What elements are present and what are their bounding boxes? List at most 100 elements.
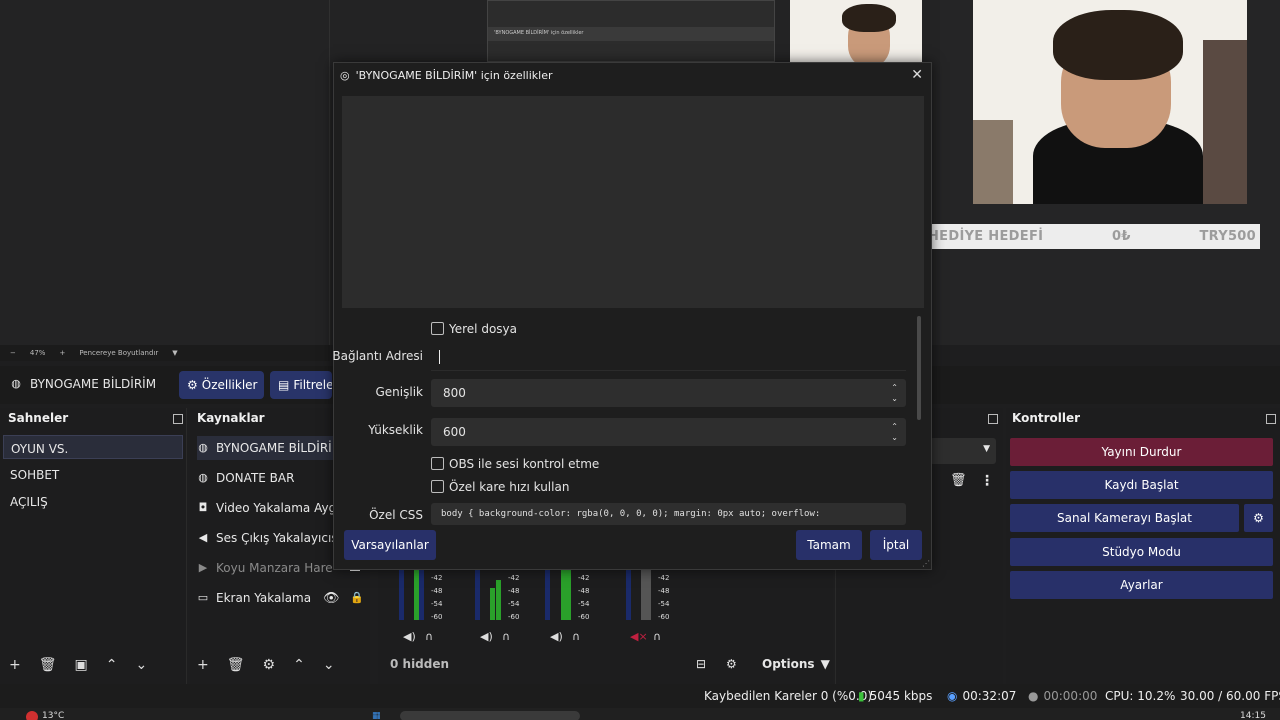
width-value: 800 (443, 386, 466, 400)
options-button[interactable]: Options ▼ (762, 657, 830, 671)
spin-arrows[interactable]: ⌃ ⌄ (891, 421, 898, 443)
scene-filters-icon[interactable]: ▣ (75, 657, 88, 673)
settings-button[interactable]: Ayarlar (1010, 571, 1273, 599)
custom-fps-checkbox[interactable] (431, 480, 444, 493)
muted-speaker-icon[interactable]: ◀× (630, 630, 648, 643)
width-spinbox[interactable]: 800 ⌃ ⌄ (431, 379, 906, 407)
move-up-icon[interactable]: ⌃ (293, 657, 305, 673)
start-recording-button[interactable]: Kaydı Başlat (1010, 471, 1273, 499)
db-label: -60 (578, 613, 590, 621)
obs-logo-icon: ◎ (340, 68, 350, 82)
move-down-icon[interactable]: ⌄ (323, 657, 335, 673)
chevron-up-icon[interactable]: ⌃ (891, 382, 898, 393)
speaker-icon[interactable]: ◀) (480, 630, 493, 643)
source-item[interactable]: ▭ Ekran Yakalama (197, 586, 365, 610)
add-scene-button[interactable]: + (9, 657, 21, 673)
add-source-button[interactable]: + (197, 657, 209, 673)
taskbar: 13°C ▦ 14:15 (0, 708, 1280, 720)
move-up-icon[interactable]: ⌃ (106, 657, 118, 673)
zoom-in-button[interactable]: + (59, 349, 65, 357)
spin-arrows[interactable]: ⌃ ⌄ (891, 382, 898, 404)
css-label: Özel CSS (369, 508, 423, 522)
stop-stream-button[interactable]: Yayını Durdur (1010, 438, 1273, 466)
source-properties-icon[interactable]: ⚙ (263, 657, 276, 673)
virtual-camera-settings-button[interactable]: ⚙ (1244, 504, 1273, 532)
cpu-usage: CPU: 10.2% (1105, 689, 1176, 703)
move-down-icon[interactable]: ⌄ (135, 657, 147, 673)
db-label: -48 (431, 587, 443, 595)
more-options-icon[interactable]: ⋮ (980, 473, 994, 489)
url-input[interactable] (431, 343, 906, 371)
scene-item[interactable]: OYUN VS. (3, 435, 183, 459)
filter-icon: ▤ (278, 378, 290, 392)
dialog-scrollbar[interactable] (917, 316, 921, 420)
headphones-icon[interactable]: ∩ (653, 630, 661, 643)
nested-dialog-title: 'BYNOGAME BİLDİRİM' için özellikler (488, 27, 774, 41)
height-label: Yükseklik (368, 423, 423, 437)
chevron-down-icon[interactable]: ⌄ (891, 432, 898, 443)
obs-audio-label: OBS ile sesi kontrol etme (449, 457, 600, 471)
speaker-icon[interactable]: ◀) (403, 630, 416, 643)
height-value: 600 (443, 425, 466, 439)
layout-icon[interactable]: ⊟ (696, 657, 706, 671)
fit-to-window-button[interactable]: Pencereye Boyutlandır (79, 349, 158, 357)
cancel-button[interactable]: İptal (870, 530, 922, 560)
zoom-out-button[interactable]: − (10, 349, 16, 357)
stream-time-status: ◉ 00:32:07 (947, 689, 1016, 703)
speaker-icon: ◀ (198, 531, 208, 544)
local-file-checkbox[interactable] (431, 322, 444, 335)
transitions-float-icon[interactable] (988, 414, 998, 424)
properties-dialog: ◎ 'BYNOGAME BİLDİRİM' için özellikler ✕ … (332, 62, 932, 570)
status-bar: Kaybedilen Kareler 0 (%0.0) ▮ 5045 kbps … (0, 684, 1280, 708)
source-label: Ekran Yakalama (216, 591, 312, 605)
height-spinbox[interactable]: 600 ⌃ ⌄ (431, 418, 906, 446)
gear-icon: ⚙ (187, 378, 198, 392)
ok-button[interactable]: Tamam (796, 530, 862, 560)
chevron-down-icon: ▼ (820, 657, 830, 671)
lock-icon[interactable]: 🔒 (350, 591, 364, 604)
stream-time: 00:32:07 (962, 689, 1017, 703)
sources-title: Kaynaklar (197, 411, 265, 425)
camera-icon: ◘ (198, 501, 208, 514)
windows-start-icon[interactable]: ▦ (372, 711, 381, 720)
play-icon: ▶ (198, 561, 208, 574)
properties-button[interactable]: ⚙ Özellikler (179, 371, 264, 399)
db-label: -54 (508, 600, 520, 608)
obs-audio-checkbox[interactable] (431, 457, 444, 470)
db-label: -42 (578, 574, 590, 582)
resize-grip-icon[interactable]: ⋰ (922, 559, 930, 568)
defaults-button[interactable]: Varsayılanlar (344, 530, 436, 560)
scene-item[interactable]: AÇILIŞ (3, 489, 183, 513)
filters-button[interactable]: ▤ Filtreler (270, 371, 332, 399)
remove-scene-icon[interactable]: 🗑 (39, 657, 57, 673)
speaker-icon[interactable]: ◀) (550, 630, 563, 643)
transition-select[interactable]: ▼ (930, 438, 996, 464)
remove-transition-icon[interactable]: 🗑 (950, 473, 967, 488)
studio-mode-button[interactable]: Stüdyo Modu (1010, 538, 1273, 566)
remove-source-icon[interactable]: 🗑 (227, 657, 245, 673)
headphones-icon[interactable]: ∩ (572, 630, 580, 643)
taskbar-clock: 14:15 (1240, 711, 1266, 720)
chevron-down-icon[interactable]: ⌄ (891, 393, 898, 404)
scenes-float-icon[interactable] (173, 414, 183, 424)
headphones-icon[interactable]: ∩ (502, 630, 510, 643)
zoom-dropdown-icon[interactable]: ▼ (172, 349, 177, 357)
mixer-settings-icon[interactable]: ⚙ (726, 657, 737, 671)
weather-icon[interactable] (26, 711, 38, 720)
start-virtual-camera-button[interactable]: Sanal Kamerayı Başlat (1010, 504, 1239, 532)
close-icon[interactable]: ✕ (911, 67, 923, 83)
custom-css-editor[interactable]: body { background-color: rgba(0, 0, 0, 0… (431, 503, 906, 525)
scene-item[interactable]: SOHBET (3, 462, 183, 486)
volume-meter (626, 568, 631, 620)
db-label: -60 (431, 613, 443, 621)
controls-float-icon[interactable] (1266, 414, 1276, 424)
source-label: Koyu Manzara Hare (216, 561, 333, 575)
fps-status: 30.00 / 60.00 FPS (1180, 689, 1280, 703)
headphones-icon[interactable]: ∩ (425, 630, 433, 643)
chevron-up-icon[interactable]: ⌃ (891, 421, 898, 432)
filters-label: Filtreler (293, 378, 332, 392)
width-label: Genişlik (375, 385, 424, 399)
properties-label: Özellikler (201, 378, 258, 392)
eye-icon[interactable]: 👁 (323, 591, 340, 606)
taskbar-search[interactable] (400, 711, 580, 720)
